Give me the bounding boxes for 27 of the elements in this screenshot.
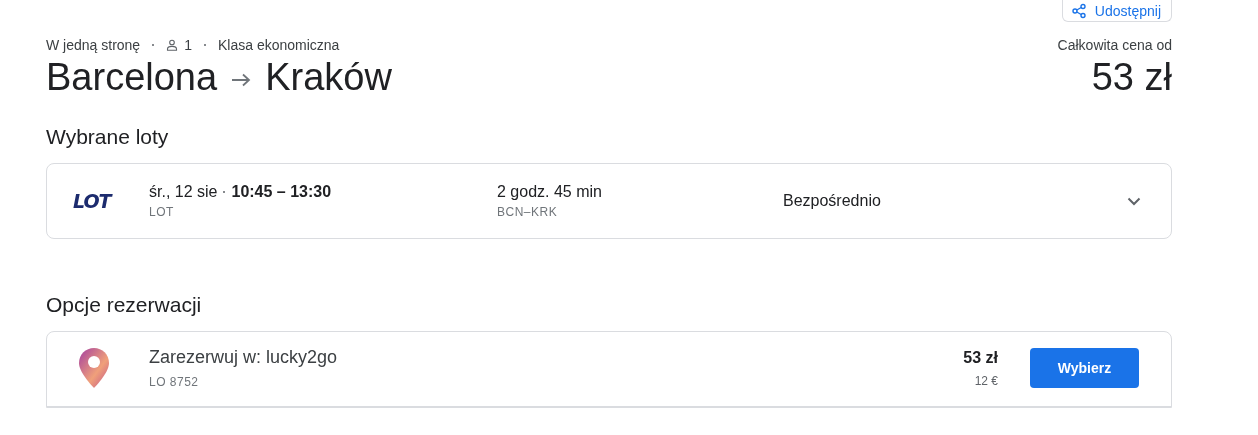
flight-date: śr., 12 sie [149,183,218,201]
share-button[interactable]: Udostępnij [1061,0,1172,22]
airline-logo: LOT [73,190,113,212]
trip-type: W jedną stronę [46,37,141,53]
flight-card[interactable]: LOT śr., 12 sie 10:45 – 13:30 LOT 2 godz. 45 min BCN–KRK Bezpośrednio [46,163,1172,239]
person-icon [166,39,179,51]
option-price: 53 zł [963,348,998,367]
destination-city: Kraków [265,56,392,99]
airline-name: LOT [149,205,175,219]
flight-stops: Bezpośrednio [783,192,882,210]
total-price: 53 zł [1091,56,1172,99]
passenger-count: 1 [184,37,192,53]
select-button[interactable]: Wybierz [1030,348,1139,388]
flight-route: BCN–KRK [497,205,559,219]
flight-duration: 2 godz. 45 min [497,183,603,201]
chevron-icon[interactable] [1127,196,1141,206]
booking-provider: Zarezerwuj w: lucky2go [149,347,339,368]
section-heading: Opcje rezerwacji [46,293,203,317]
cabin-class: Klasa ekonomiczna [217,37,340,53]
flight-times: 10:45 – 13:30 [231,183,332,201]
share-icon [1070,2,1087,19]
origin-city: Barcelona [46,56,218,99]
total-price-label: Całkowita cena od [1057,36,1172,54]
section-heading: Wybrane loty [46,125,170,149]
flight-number: LO 8752 [149,375,200,389]
option-price-euro: 12 € [973,373,998,388]
location-pin-icon [77,346,111,390]
